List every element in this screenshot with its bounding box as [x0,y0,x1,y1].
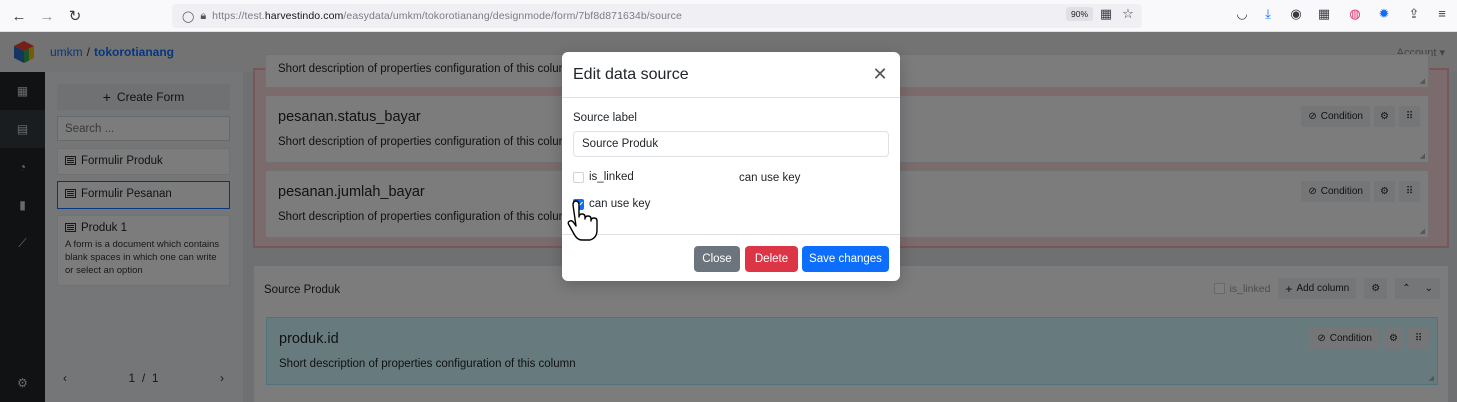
hand-cursor-icon [567,200,598,241]
shield-icon: ◯ [182,10,195,23]
gear-extension-icon[interactable]: ✹ [1374,6,1394,22]
is-linked-label[interactable]: is_linked [589,171,634,183]
close-button[interactable]: Close [694,246,740,272]
save-changes-button[interactable]: Save changes [802,246,889,272]
modal-title: Edit data source [573,66,689,83]
qr-icon[interactable]: ▦ [1096,6,1116,22]
extension-icon[interactable]: ◉ [1286,6,1306,22]
pocket-icon[interactable]: ◡ [1232,6,1252,22]
source-label-caption: Source label [573,112,637,124]
download-icon[interactable]: ⤓ [1258,6,1278,22]
color-extension-icon[interactable]: ◍ [1345,6,1365,22]
share-icon[interactable]: ⇪ [1404,6,1424,22]
modal-header: Edit data source ✕ [562,52,900,98]
lock-icon: 🔒︎ [200,9,207,22]
close-icon[interactable]: ✕ [870,65,890,83]
browser-toolbar: ← → ↻ ◯ 🔒︎ https://test.harvestindo.com/… [0,0,1457,32]
reload-icon[interactable]: ↻ [62,3,88,29]
bookmark-star-icon[interactable]: ☆ [1118,6,1138,22]
back-icon[interactable]: ← [6,3,32,29]
address-bar[interactable]: ◯ 🔒︎ https://test.harvestindo.com/easyda… [172,4,1142,28]
source-label-input[interactable] [573,131,889,157]
modal-footer: Close Delete Save changes [562,234,900,281]
edit-data-source-modal: Edit data source ✕ Source label is_linke… [562,52,900,281]
url-text: https://test.harvestindo.com/easydata/um… [212,10,682,22]
menu-icon[interactable]: ≡ [1432,6,1452,21]
is-linked-checkbox[interactable] [573,172,584,183]
qr-extension-icon[interactable]: ▦ [1314,6,1334,22]
can-use-key-label-right: can use key [739,172,801,184]
zoom-badge[interactable]: 90% [1066,7,1094,21]
forward-icon[interactable]: → [34,3,60,29]
delete-button[interactable]: Delete [745,246,798,272]
